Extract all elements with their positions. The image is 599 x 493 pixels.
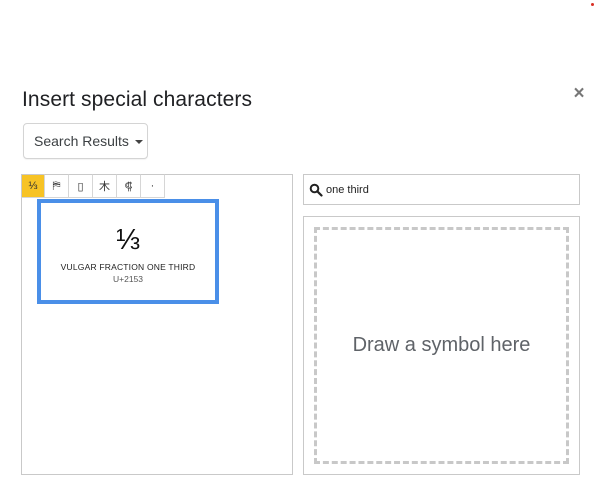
result-cell[interactable]: ⅓: [21, 174, 45, 198]
draw-symbol-canvas[interactable]: Draw a symbol here: [314, 227, 569, 464]
result-cell[interactable]: ⽊: [93, 174, 117, 198]
result-cell[interactable]: ⛿: [45, 174, 69, 198]
character-preview-card: ⅓ VULGAR FRACTION ONE THIRD U+2153: [37, 199, 219, 304]
preview-character-name: VULGAR FRACTION ONE THIRD: [60, 262, 196, 272]
search-input[interactable]: [326, 183, 566, 196]
category-dropdown[interactable]: Search Results: [23, 123, 148, 159]
search-icon: [309, 183, 323, 197]
dialog-title: Insert special characters: [22, 88, 253, 111]
search-box: [303, 174, 580, 205]
preview-codepoint: U+2153: [112, 274, 143, 284]
result-cell[interactable]: ▯: [69, 174, 93, 198]
result-cell[interactable]: ·: [141, 174, 165, 198]
preview-glyph: ⅓: [115, 224, 141, 256]
result-cell[interactable]: ⸿: [117, 174, 141, 198]
close-icon[interactable]: ×: [571, 84, 587, 103]
notification-dot: [591, 3, 594, 6]
category-dropdown-label: Search Results: [34, 133, 129, 149]
results-strip: ⅓ ⛿ ▯ ⽊ ⸿ ·: [21, 174, 165, 198]
caret-down-icon: [134, 140, 143, 144]
draw-prompt: Draw a symbol here: [352, 334, 531, 356]
